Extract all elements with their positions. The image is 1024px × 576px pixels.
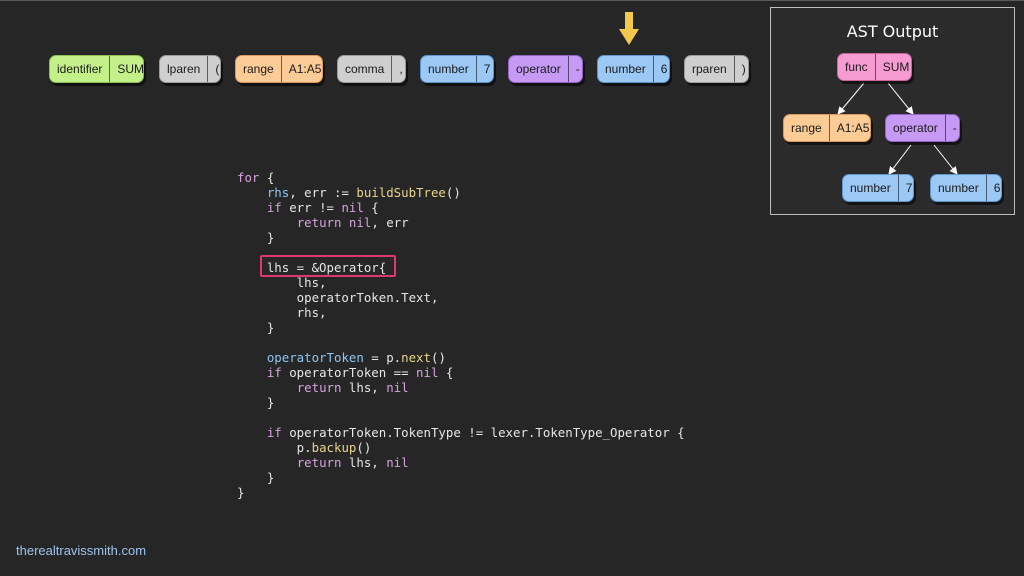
token-range: range A1:A5: [235, 55, 323, 83]
code-line: operatorToken.Text,: [237, 290, 439, 305]
ast-node-type: operator: [893, 121, 938, 135]
token-value: 6: [652, 56, 675, 82]
token-type-label: lparen: [167, 62, 201, 76]
token-lparen: lparen (: [159, 55, 221, 83]
code-line: if err != nil {: [266, 200, 379, 215]
down-arrow-icon: [619, 12, 639, 45]
code-line: rhs, err := buildSubTree(): [266, 185, 461, 200]
token-type-label: number: [605, 62, 646, 76]
code-highlight-box: [260, 255, 396, 277]
ast-node-func: func SUM: [837, 53, 912, 81]
ast-edge: [837, 82, 865, 115]
code-line: return nil, err: [296, 215, 409, 230]
code-line: if operatorToken == nil {: [266, 365, 454, 380]
ast-edge: [933, 144, 958, 175]
code-line: return lhs, nil: [296, 380, 409, 395]
token-comma: comma ,: [337, 55, 406, 83]
token-type-label: operator: [516, 62, 561, 76]
token-value: ,: [391, 56, 409, 82]
token-type-label: comma: [345, 62, 385, 76]
token-identifier: identifier SUM: [49, 55, 144, 83]
ast-node-operator: operator -: [885, 114, 960, 142]
token-operator: operator -: [508, 55, 583, 83]
token-value: A1:A5: [280, 56, 329, 82]
token-number: number 7: [420, 55, 494, 83]
ast-node-type: func: [845, 60, 868, 74]
code-line: }: [237, 395, 275, 410]
ast-node-number: number 7: [842, 174, 914, 202]
ast-node-type: range: [791, 121, 822, 135]
ast-node-range: range A1:A5: [783, 114, 871, 142]
ast-node-value: 7: [897, 175, 920, 201]
code-line: return lhs, nil: [296, 455, 409, 470]
code-line: lhs,: [237, 275, 327, 290]
token-type-label: number: [428, 62, 469, 76]
ast-node-value: -: [944, 115, 964, 141]
ast-node-value: SUM: [874, 54, 917, 80]
ast-node-type: number: [850, 181, 891, 195]
top-divider: [0, 0, 1024, 1]
ast-node-value: A1:A5: [828, 115, 877, 141]
code-line: rhs,: [237, 305, 327, 320]
token-type-label: range: [243, 62, 274, 76]
ast-node-value: 6: [985, 175, 1008, 201]
token-value: SUM: [109, 56, 151, 82]
ast-edge: [887, 82, 914, 115]
code-block: for { rhs, err := buildSubTree() if err …: [237, 170, 685, 500]
token-type-label: rparen: [692, 62, 727, 76]
code-line: if operatorToken.TokenType != lexer.Toke…: [266, 425, 685, 440]
token-number-current: number 6: [597, 55, 670, 83]
ast-edge: [888, 144, 912, 175]
code-line: }: [237, 320, 275, 335]
code-line: operatorToken = p.next(): [266, 350, 446, 365]
token-rparen: rparen ): [684, 55, 749, 83]
code-line: }: [237, 470, 275, 485]
code-line: for {: [237, 170, 275, 185]
code-line: }: [237, 485, 245, 500]
code-line: }: [237, 230, 275, 245]
token-value: -: [567, 56, 587, 82]
token-value: (: [207, 56, 226, 82]
token-value: 7: [475, 56, 498, 82]
ast-node-type: number: [938, 181, 979, 195]
ast-node-number: number 6: [930, 174, 1002, 202]
code-line: p.backup(): [237, 440, 372, 455]
token-type-label: identifier: [57, 62, 103, 76]
token-value: ): [733, 56, 753, 82]
footer-credit: therealtravissmith.com: [16, 543, 147, 558]
